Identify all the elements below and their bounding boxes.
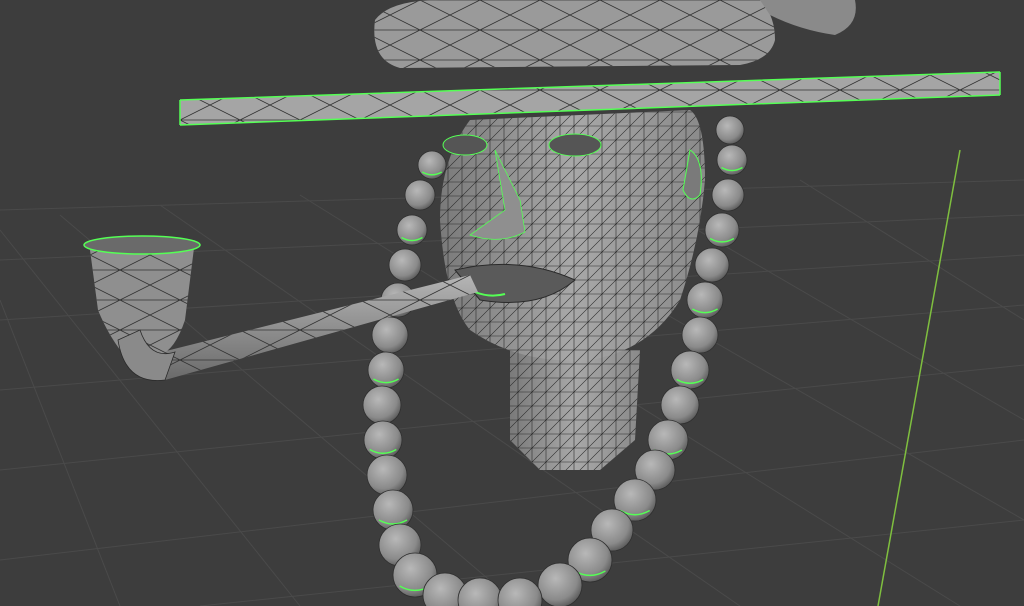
- necklace-bead: [362, 385, 402, 425]
- necklace-bead: [537, 562, 583, 606]
- necklace-bead: [660, 385, 700, 425]
- necklace-bead: [715, 115, 745, 145]
- 3d-viewport[interactable]: [0, 0, 1024, 606]
- necklace-bead: [457, 577, 503, 606]
- necklace-bead: [694, 247, 730, 283]
- necklace-bead: [404, 179, 436, 211]
- necklace-bead: [371, 316, 409, 354]
- left-eye: [442, 134, 488, 156]
- hat-mesh[interactable]: [179, 0, 1001, 126]
- necklace-bead: [388, 248, 422, 282]
- pipe-bowl-rim: [83, 235, 201, 255]
- y-axis-line: [877, 149, 961, 606]
- necklace-bead: [497, 577, 543, 606]
- necklace-bead: [681, 316, 719, 354]
- necklace-bead: [366, 454, 408, 496]
- necklace-bead: [711, 178, 745, 212]
- right-eye: [548, 133, 602, 157]
- viewport-canvas[interactable]: [0, 0, 1024, 606]
